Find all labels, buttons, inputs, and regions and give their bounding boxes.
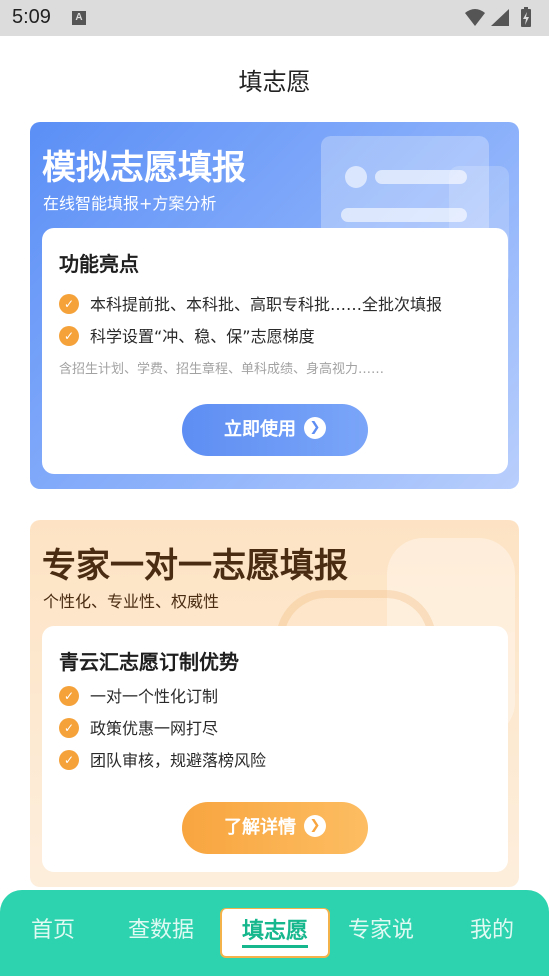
feature-item: ✓ 一对一个性化订制 <box>59 685 219 708</box>
status-icons <box>465 7 531 27</box>
features-note: 含招生计划、学费、招生章程、单科成绩、身高视力…… <box>59 362 385 377</box>
feature-text: 政策优惠一网打尽 <box>90 719 219 738</box>
check-icon: ✓ <box>59 685 79 706</box>
button-label: 了解详情 <box>224 817 296 838</box>
learn-more-button[interactable]: 了解详情 ❯ <box>182 802 368 854</box>
status-bar: 5:09 A <box>0 0 549 36</box>
feature-text: 科学设置“冲、稳、保”志愿梯度 <box>90 327 315 346</box>
features-title: 功能亮点 <box>59 252 139 276</box>
signal-icon <box>491 9 509 26</box>
feature-item: ✓ 本科提前批、本科批、高职专科批……全批次填报 <box>59 293 443 316</box>
check-icon: ✓ <box>59 293 79 314</box>
card-title: 专家一对一志愿填报 <box>42 546 348 586</box>
feature-text: 团队审核，规避落榜风险 <box>90 751 267 770</box>
tab-mine[interactable]: 我的 <box>470 912 514 944</box>
check-icon: ✓ <box>59 749 79 770</box>
card-decoration <box>341 208 467 222</box>
check-icon: ✓ <box>59 325 79 346</box>
expert-application-card[interactable]: 专家一对一志愿填报 个性化、专业性、权威性 青云汇志愿订制优势 ✓ 一对一个性化订… <box>30 520 519 887</box>
feature-item: ✓ 政策优惠一网打尽 <box>59 717 219 740</box>
features-panel: 功能亮点 ✓ 本科提前批、本科批、高职专科批……全批次填报 ✓ 科学设置“冲、稳、保… <box>42 228 508 474</box>
use-now-button[interactable]: 立即使用 ❯ <box>182 404 368 456</box>
page-title: 填志愿 <box>238 68 311 96</box>
check-icon: ✓ <box>59 717 79 738</box>
tab-search-data[interactable]: 查数据 <box>128 912 194 944</box>
tab-fill-application[interactable]: 填志愿 <box>220 908 330 958</box>
tab-experts[interactable]: 专家说 <box>348 912 414 944</box>
feature-item: ✓ 团队审核，规避落榜风险 <box>59 749 267 772</box>
wifi-icon <box>465 9 485 26</box>
advantages-panel: 青云汇志愿订制优势 ✓ 一对一个性化订制 ✓ 政策优惠一网打尽 ✓ 团队审核，规避落榜… <box>42 626 508 872</box>
feature-item: ✓ 科学设置“冲、稳、保”志愿梯度 <box>59 325 315 348</box>
button-label: 立即使用 <box>224 419 296 440</box>
status-time: 5:09 <box>12 6 51 28</box>
chevron-right-icon: ❯ <box>304 815 326 837</box>
card-subtitle: 在线智能填报+方案分析 <box>43 194 217 213</box>
tab-home[interactable]: 首页 <box>31 912 75 944</box>
simulate-application-card[interactable]: 模拟志愿填报 在线智能填报+方案分析 功能亮点 ✓ 本科提前批、本科批、高职专科批… <box>30 122 519 489</box>
card-subtitle: 个性化、专业性、权威性 <box>43 592 220 611</box>
feature-text: 本科提前批、本科批、高职专科批……全批次填报 <box>90 295 443 314</box>
notification-icon: A <box>72 11 86 25</box>
advantages-title: 青云汇志愿订制优势 <box>59 650 239 674</box>
feature-text: 一对一个性化订制 <box>90 687 219 706</box>
card-decoration <box>375 170 467 184</box>
card-decoration <box>345 166 367 188</box>
card-title: 模拟志愿填报 <box>42 148 246 188</box>
chevron-right-icon: ❯ <box>304 417 326 439</box>
tab-label: 填志愿 <box>241 919 308 948</box>
bottom-tab-bar: 首页 查数据 填志愿 专家说 我的 <box>0 890 549 976</box>
